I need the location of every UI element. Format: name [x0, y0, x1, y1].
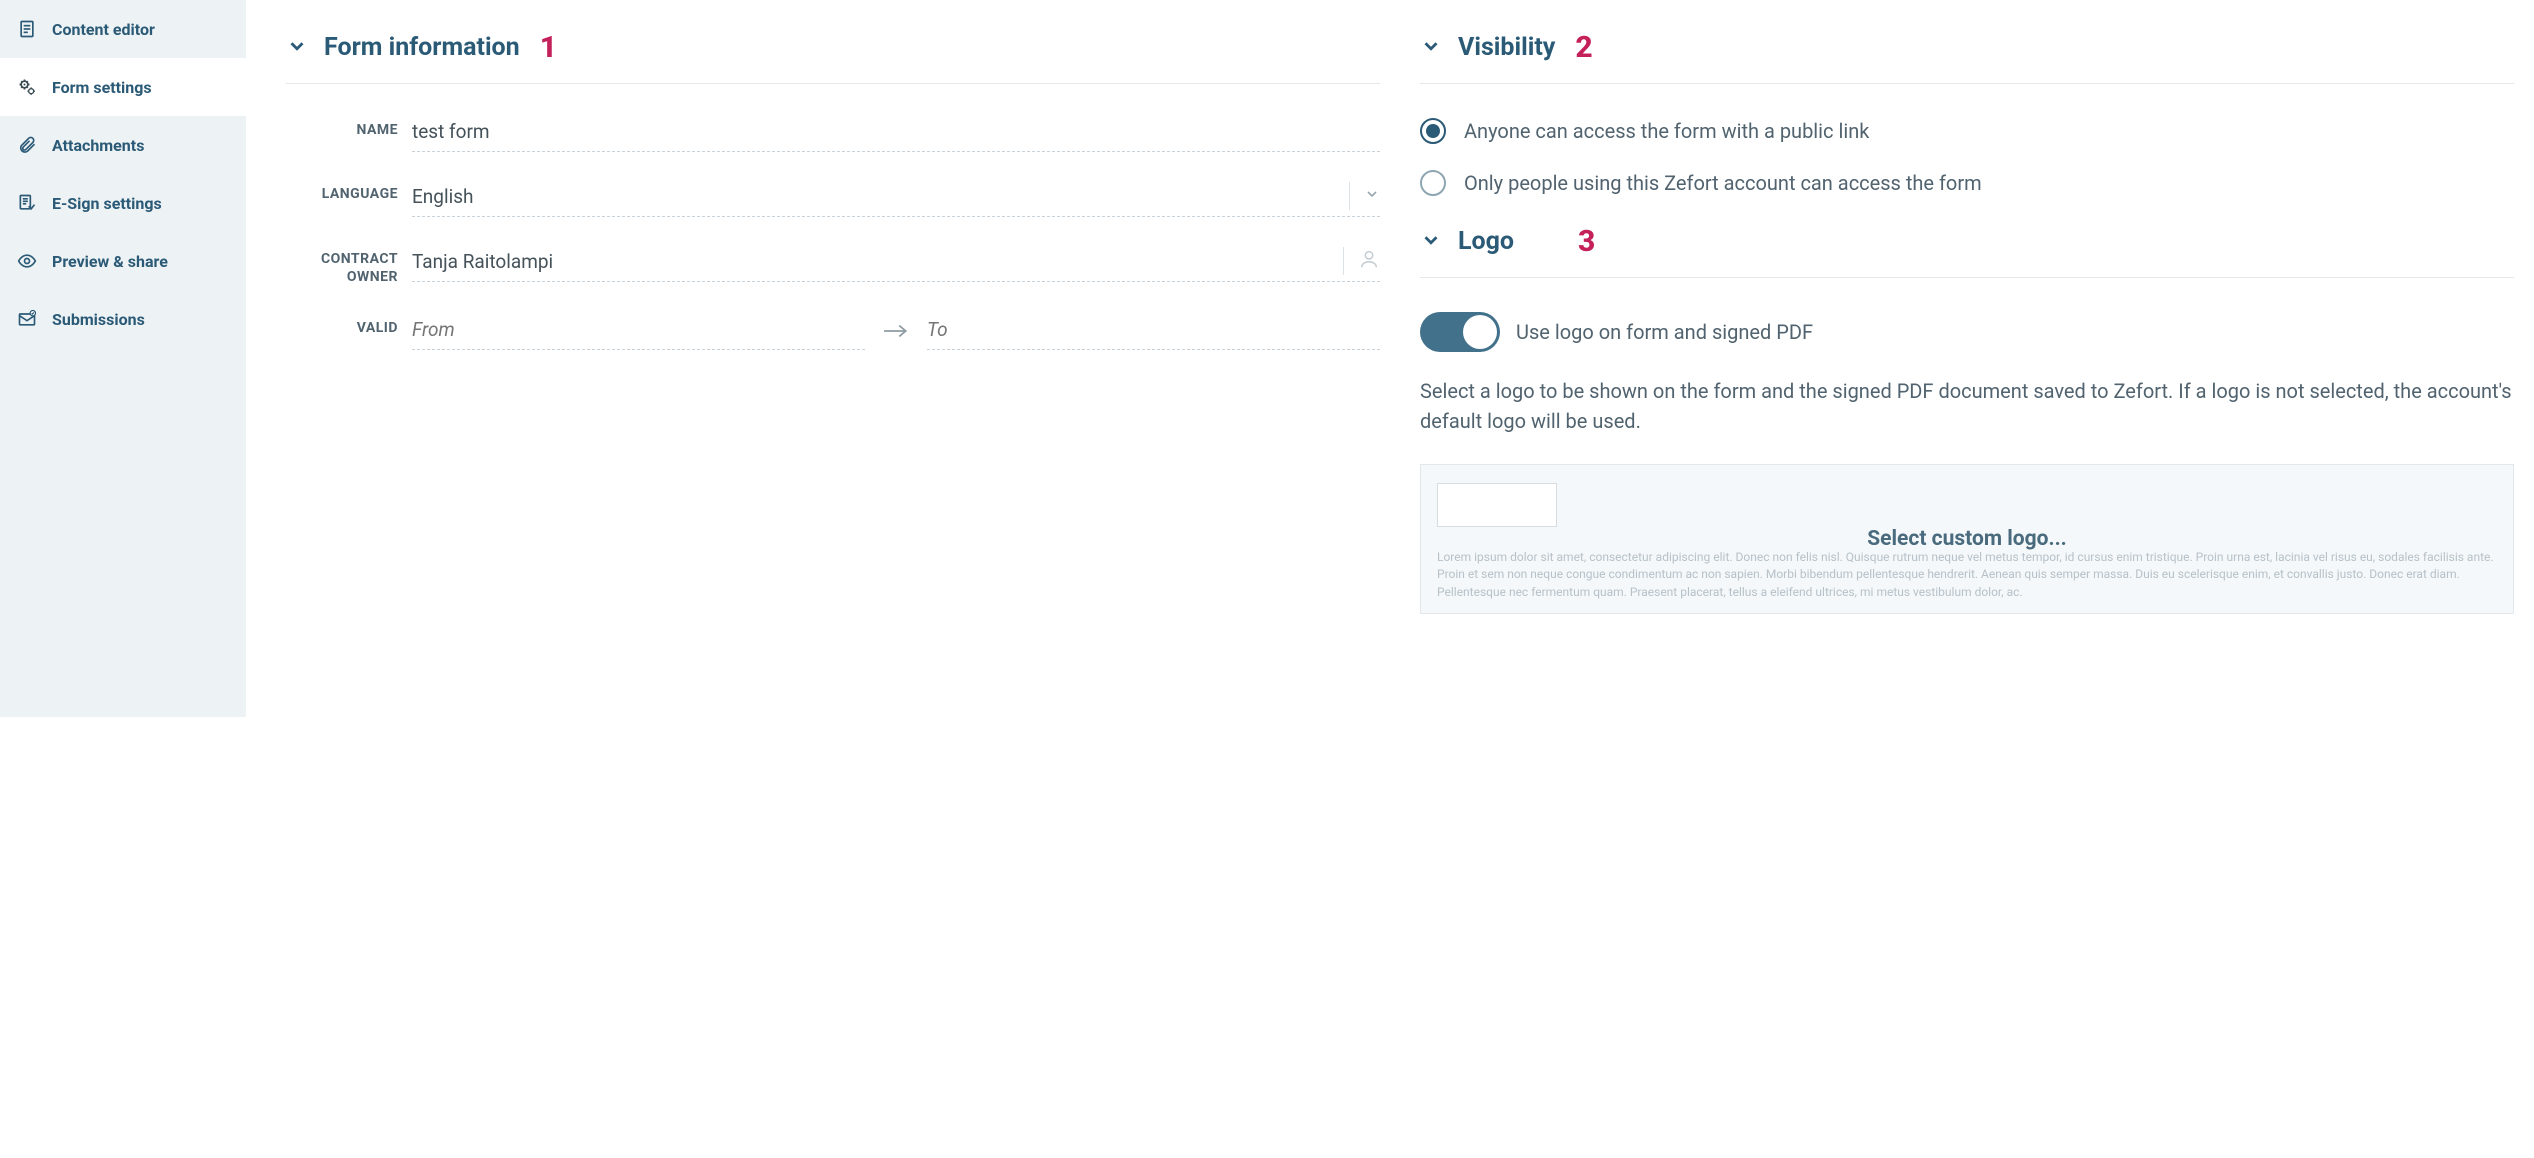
logo-preview[interactable]: Lorem ipsum dolor sit amet, consectetur … — [1420, 464, 2514, 614]
step-number: 1 — [540, 30, 557, 65]
logo-preview-lorem: Lorem ipsum dolor sit amet, consectetur … — [1437, 549, 2497, 601]
sidebar-item-label: E-Sign settings — [52, 194, 162, 213]
gears-icon — [16, 76, 38, 98]
arrow-right-icon — [883, 322, 909, 344]
person-icon — [1358, 248, 1380, 274]
visibility-option-public[interactable]: Anyone can access the form with a public… — [1420, 118, 2514, 144]
sidebar-item-form-settings[interactable]: Form settings — [0, 58, 246, 116]
paperclip-icon — [16, 134, 38, 156]
sidebar-item-content-editor[interactable]: Content editor — [0, 0, 246, 58]
radio-label: Only people using this Zefort account ca… — [1464, 171, 1982, 195]
valid-to-input[interactable] — [927, 316, 1380, 350]
language-value: English — [412, 185, 1335, 208]
radio-label: Anyone can access the form with a public… — [1464, 119, 1869, 143]
valid-from-input[interactable] — [412, 316, 865, 350]
visibility-option-private[interactable]: Only people using this Zefort account ca… — [1420, 170, 2514, 196]
section-title: Form information — [324, 33, 520, 62]
eye-icon — [16, 250, 38, 272]
section-header-logo[interactable]: Logo 3 — [1420, 224, 2514, 278]
sidebar-item-label: Form settings — [52, 78, 152, 97]
step-number: 3 — [1578, 224, 1595, 259]
field-contract-owner: CONTRACT OWNER Tanja Raitolampi — [286, 247, 1380, 286]
logo-toggle-row: Use logo on form and signed PDF — [1420, 312, 2514, 352]
field-valid: VALID — [286, 316, 1380, 350]
logo-toggle[interactable] — [1420, 312, 1500, 352]
chevron-down-icon — [286, 35, 308, 61]
toggle-knob — [1463, 315, 1497, 349]
logo-toggle-label: Use logo on form and signed PDF — [1516, 320, 1813, 344]
sidebar-item-submissions[interactable]: Submissions — [0, 290, 246, 348]
sidebar-item-label: Preview & share — [52, 252, 168, 271]
field-label-language: LANGUAGE — [286, 182, 398, 204]
col-right: Visibility 2 Anyone can access the form … — [1420, 30, 2514, 717]
main-content: Form information 1 NAME LANGUAGE English — [246, 0, 2534, 717]
col-form-information: Form information 1 NAME LANGUAGE English — [286, 30, 1380, 717]
owner-value: Tanja Raitolampi — [412, 250, 1329, 273]
sidebar-item-label: Attachments — [52, 136, 144, 155]
radio-icon — [1420, 170, 1446, 196]
field-label-valid: VALID — [286, 316, 398, 338]
inbox-check-icon — [16, 308, 38, 330]
field-name: NAME — [286, 118, 1380, 152]
field-label-name: NAME — [286, 118, 398, 140]
chevron-down-icon — [1420, 229, 1442, 255]
section-header-form-info[interactable]: Form information 1 — [286, 30, 1380, 84]
chevron-down-icon — [1420, 35, 1442, 61]
language-select[interactable]: English — [412, 182, 1380, 217]
sidebar-item-label: Content editor — [52, 20, 155, 39]
chevron-down-icon — [1364, 186, 1380, 206]
owner-select[interactable]: Tanja Raitolampi — [412, 247, 1380, 282]
sidebar-item-attachments[interactable]: Attachments — [0, 116, 246, 174]
sidebar-item-preview-share[interactable]: Preview & share — [0, 232, 246, 290]
document-icon — [16, 18, 38, 40]
field-language: LANGUAGE English — [286, 182, 1380, 217]
sidebar-item-label: Submissions — [52, 310, 145, 329]
step-number: 2 — [1575, 30, 1592, 65]
sidebar: Content editor Form settings Attachments… — [0, 0, 246, 717]
signature-icon — [16, 192, 38, 214]
logo-placeholder-box — [1437, 483, 1557, 527]
radio-icon — [1420, 118, 1446, 144]
name-input[interactable] — [412, 118, 1380, 152]
logo-description: Select a logo to be shown on the form an… — [1420, 376, 2514, 436]
sidebar-item-esign-settings[interactable]: E-Sign settings — [0, 174, 246, 232]
section-title: Visibility — [1458, 33, 1555, 62]
field-label-owner: CONTRACT OWNER — [286, 247, 398, 286]
section-header-visibility[interactable]: Visibility 2 — [1420, 30, 2514, 84]
section-title: Logo — [1458, 227, 1514, 256]
